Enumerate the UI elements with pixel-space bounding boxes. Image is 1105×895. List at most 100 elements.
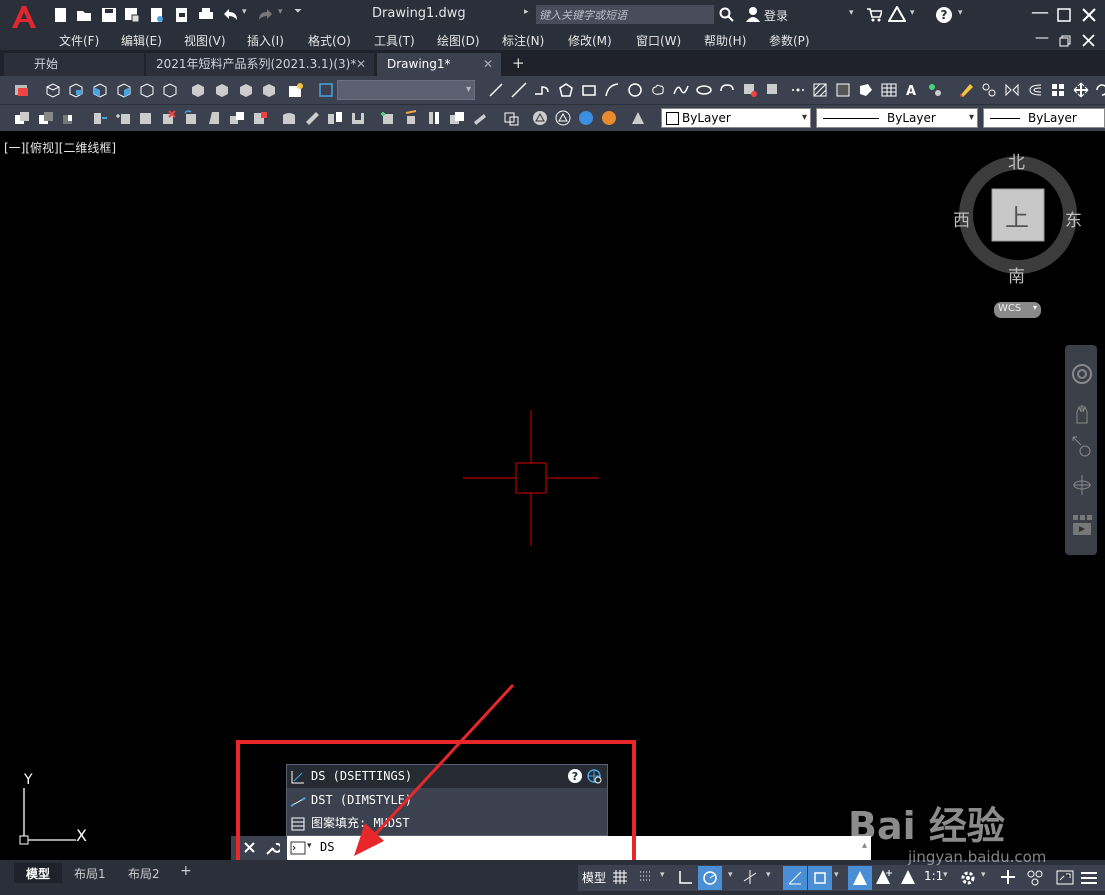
cart-icon[interactable]: [866, 7, 882, 23]
polygon-icon[interactable]: [558, 82, 574, 98]
check-solid-icon[interactable]: [380, 110, 396, 126]
menu-view[interactable]: 视图(V): [184, 32, 226, 49]
make-block-icon[interactable]: [765, 82, 781, 98]
menu-tools[interactable]: 工具(T): [374, 32, 415, 49]
add-layout-button[interactable]: +: [180, 863, 192, 879]
login-dropdown-icon[interactable]: ▾: [849, 8, 854, 18]
array-icon[interactable]: [1050, 82, 1066, 98]
menu-edit[interactable]: 编辑(E): [121, 32, 162, 49]
materials-icon[interactable]: [630, 110, 646, 126]
interfere-icon[interactable]: [449, 110, 465, 126]
arc-icon[interactable]: [604, 82, 620, 98]
mtext-icon[interactable]: A: [904, 82, 920, 98]
view-front-icon[interactable]: [139, 82, 155, 98]
redo-dropdown-icon[interactable]: ▾: [278, 7, 283, 17]
zoom-icon[interactable]: [1071, 435, 1093, 461]
polar-dropdown-icon[interactable]: ▾: [728, 870, 733, 880]
object-snap-tracking-toggle[interactable]: [783, 866, 807, 890]
copy-icon[interactable]: [981, 82, 997, 98]
construction-line-icon[interactable]: [511, 82, 527, 98]
viewport-controls-label[interactable]: [一][俯视][二维线框]: [4, 139, 116, 156]
annotation-icon[interactable]: [900, 869, 916, 885]
viewcube-east[interactable]: 东: [1065, 206, 1082, 231]
annotation-scale-value[interactable]: 1:1: [924, 869, 943, 883]
viewport-icon[interactable]: [318, 82, 334, 98]
layout-tab-model[interactable]: 模型: [14, 863, 62, 883]
menu-parametric[interactable]: 参数(P): [769, 32, 810, 49]
view-combo[interactable]: ▾: [337, 80, 475, 100]
polyline-icon[interactable]: [534, 82, 550, 98]
view-back-icon[interactable]: [162, 82, 178, 98]
auto-scale-icon[interactable]: [876, 869, 894, 885]
conceptual-style-icon[interactable]: [601, 110, 617, 126]
separate-icon[interactable]: [327, 110, 343, 126]
point-icon[interactable]: [790, 82, 806, 98]
annotation-visibility-toggle[interactable]: [848, 866, 872, 890]
clean-icon[interactable]: [304, 110, 320, 126]
taper-faces-icon[interactable]: [206, 110, 222, 126]
search-input[interactable]: 键入关键字或短语: [536, 5, 714, 24]
menu-file[interactable]: 文件(F): [59, 32, 99, 49]
view-right-icon[interactable]: [116, 82, 132, 98]
rotate-faces-icon[interactable]: [183, 110, 199, 126]
tab-close-icon[interactable]: ✕: [356, 53, 366, 76]
snap-dropdown-icon[interactable]: ▾: [660, 870, 665, 880]
table-icon[interactable]: [881, 82, 897, 98]
new-file-icon[interactable]: [53, 7, 69, 23]
clean-screen-icon[interactable]: [1056, 870, 1074, 886]
tab-start[interactable]: 开始: [4, 53, 144, 76]
isodraft-dropdown-icon[interactable]: ▾: [766, 870, 771, 880]
rotate-icon[interactable]: [1094, 82, 1105, 98]
snap-icon[interactable]: [638, 869, 654, 885]
erase-icon[interactable]: [958, 82, 974, 98]
close-window-icon[interactable]: [1081, 7, 1097, 23]
layout-tab-2[interactable]: 布局2: [128, 865, 160, 882]
region-icon[interactable]: [858, 82, 874, 98]
doc-restore-icon[interactable]: [1059, 35, 1071, 47]
view-bottom-icon[interactable]: [68, 82, 84, 98]
pan-icon[interactable]: [1071, 403, 1093, 425]
view-se-iso-icon[interactable]: [214, 82, 230, 98]
ortho-icon[interactable]: [678, 869, 694, 885]
layout-tab-1[interactable]: 布局1: [74, 865, 106, 882]
undo-icon[interactable]: [222, 8, 240, 22]
doc-close-icon[interactable]: [1082, 34, 1095, 47]
menu-insert[interactable]: 插入(I): [247, 32, 284, 49]
polar-tracking-toggle[interactable]: [698, 866, 722, 890]
a360-icon[interactable]: [888, 6, 906, 22]
color-dropdown[interactable]: ByLayer ▾: [661, 108, 811, 128]
tab-close-icon[interactable]: ✕: [483, 53, 493, 76]
viewcube-south[interactable]: 南: [1008, 262, 1025, 287]
customize-qat-icon[interactable]: ⏷: [294, 6, 302, 17]
offset-icon[interactable]: [1027, 82, 1043, 98]
viewcube-west[interactable]: 西: [953, 206, 970, 231]
workspace-dropdown-icon[interactable]: ▾: [981, 870, 986, 880]
thicken-icon[interactable]: [472, 110, 488, 126]
subtract-icon[interactable]: [38, 110, 54, 126]
move-faces-icon[interactable]: [115, 110, 131, 126]
hatch-icon[interactable]: [812, 82, 828, 98]
ellipse-arc-icon[interactable]: [719, 82, 735, 98]
visual-styles-icon[interactable]: [503, 110, 519, 126]
rectangle-icon[interactable]: [581, 82, 597, 98]
help-icon[interactable]: ?: [935, 6, 953, 24]
copy-faces-icon[interactable]: [229, 110, 245, 126]
menu-draw[interactable]: 绘图(D): [437, 32, 480, 49]
union-icon[interactable]: [14, 110, 30, 126]
doc-minimize-icon[interactable]: —: [1035, 30, 1049, 46]
minimize-icon[interactable]: —: [1031, 2, 1049, 23]
tab-file-1[interactable]: 2021年短料产品系列(2021.3.1)(3)* ✕: [146, 53, 374, 76]
grid-icon[interactable]: [612, 869, 628, 885]
customize-status-icon[interactable]: [1080, 870, 1098, 886]
wireframe-3d-icon[interactable]: [555, 110, 571, 126]
line-icon[interactable]: [488, 82, 504, 98]
search-icon[interactable]: [719, 7, 735, 23]
tab-drawing1[interactable]: Drawing1* ✕: [377, 53, 501, 76]
menu-modify[interactable]: 修改(M): [568, 32, 612, 49]
open-file-icon[interactable]: [76, 7, 92, 23]
showmotion-icon[interactable]: [1071, 513, 1093, 537]
save-icon[interactable]: [101, 7, 117, 23]
annotation-monitor-icon[interactable]: [1000, 869, 1016, 885]
offset-faces-icon[interactable]: [137, 110, 153, 126]
shell-icon[interactable]: [350, 110, 366, 126]
